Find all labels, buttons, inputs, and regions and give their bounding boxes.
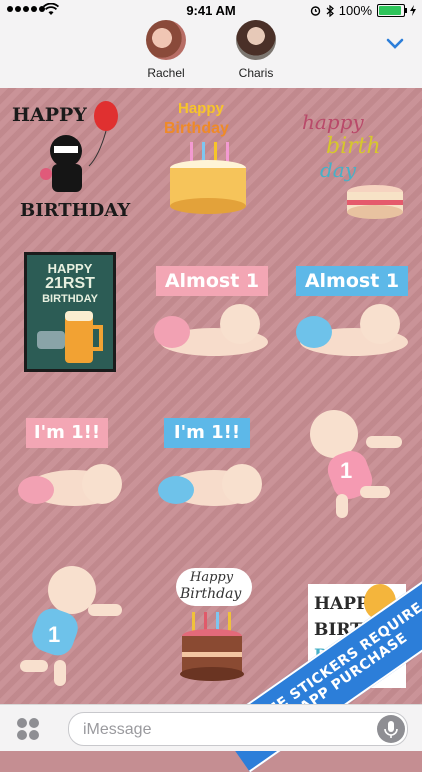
contact-charis[interactable]: Charis bbox=[221, 20, 291, 80]
sticker-label: I'm 1!! bbox=[164, 418, 250, 448]
sticker-happy-birthday-script[interactable]: happy birth day bbox=[296, 96, 408, 220]
messages-header: 9:41 AM 100% Rachel Charis bbox=[0, 0, 422, 88]
sticker-label: Almost 1 bbox=[156, 266, 268, 296]
sticker-text: 21RST bbox=[45, 275, 95, 292]
avatar bbox=[146, 20, 186, 60]
sticker-text: happy bbox=[302, 110, 364, 134]
sticker-text: birth bbox=[326, 134, 381, 159]
status-bar: 9:41 AM 100% bbox=[0, 0, 422, 22]
sticker-number: 1 bbox=[340, 458, 353, 483]
sticker-number: 1 bbox=[48, 622, 61, 647]
battery-percent: 100% bbox=[338, 3, 372, 18]
beer-mug-icon bbox=[37, 311, 103, 363]
sticker-text: Happy bbox=[190, 570, 234, 585]
sticker-text: Birthday bbox=[180, 586, 242, 602]
crawling-baby-icon bbox=[296, 304, 408, 356]
sticker-text: HAPPY bbox=[47, 261, 93, 276]
sticker-birthday-cake[interactable]: Happy Birthday bbox=[160, 96, 256, 220]
sticker-text: Birthday bbox=[164, 120, 229, 137]
cake-icon bbox=[170, 142, 246, 214]
baby-on-back-icon bbox=[158, 464, 262, 506]
ninja-balloon-icon bbox=[40, 101, 118, 192]
sticker-text: Happy bbox=[178, 100, 224, 117]
battery-icon bbox=[377, 4, 407, 17]
sticker-almost-1-blue[interactable]: Almost 1 bbox=[294, 262, 410, 360]
sticker-birthday-cake-candles[interactable]: Happy Birthday bbox=[172, 568, 254, 688]
sticker-text: day bbox=[320, 158, 357, 182]
sticker-text: BIRTHDAY bbox=[42, 293, 98, 305]
sticker-im-1-blue[interactable]: I'm 1!! bbox=[152, 414, 270, 506]
sticker-almost-1-pink[interactable]: Almost 1 bbox=[152, 262, 272, 360]
chevron-down-icon[interactable] bbox=[386, 38, 404, 50]
baby-dancing-icon bbox=[20, 566, 122, 686]
cake-icon bbox=[180, 612, 244, 681]
alarm-icon bbox=[310, 6, 320, 16]
contact-name: Charis bbox=[238, 66, 274, 80]
sticker-happy-birthday-ninja[interactable]: HAPPY BIRTHDAY bbox=[10, 96, 131, 226]
sticker-21rst-birthday[interactable]: HAPPY 21RST BIRTHDAY bbox=[24, 252, 116, 372]
baby-on-back-icon bbox=[18, 464, 122, 506]
imessage-placeholder: iMessage bbox=[83, 721, 152, 738]
charging-icon bbox=[410, 5, 416, 16]
microphone-icon bbox=[384, 721, 398, 738]
sticker-text: BIRTHDAY bbox=[20, 200, 131, 221]
contact-name: Rachel bbox=[147, 66, 185, 80]
sticker-label: Almost 1 bbox=[296, 266, 408, 296]
sticker-label: I'm 1!! bbox=[26, 418, 108, 448]
sticker-im-1-pink[interactable]: I'm 1!! bbox=[12, 414, 128, 506]
avatar bbox=[236, 20, 276, 60]
crawling-baby-icon bbox=[154, 304, 268, 356]
bluetooth-icon bbox=[326, 4, 334, 17]
message-input-bar: iMessage bbox=[0, 704, 422, 751]
app-drawer-icon[interactable] bbox=[16, 717, 40, 741]
sticker-baby-one-blue[interactable]: 1 bbox=[18, 564, 126, 688]
cake-icon bbox=[347, 185, 403, 219]
sticker-baby-one-pink[interactable]: 1 bbox=[300, 406, 404, 522]
sticker-grid: HAPPY BIRTHDAY Happy Birthday happy birt… bbox=[0, 88, 422, 704]
imessage-input[interactable]: iMessage bbox=[68, 712, 408, 746]
microphone-button[interactable] bbox=[377, 715, 405, 743]
contact-rachel[interactable]: Rachel bbox=[131, 20, 201, 80]
